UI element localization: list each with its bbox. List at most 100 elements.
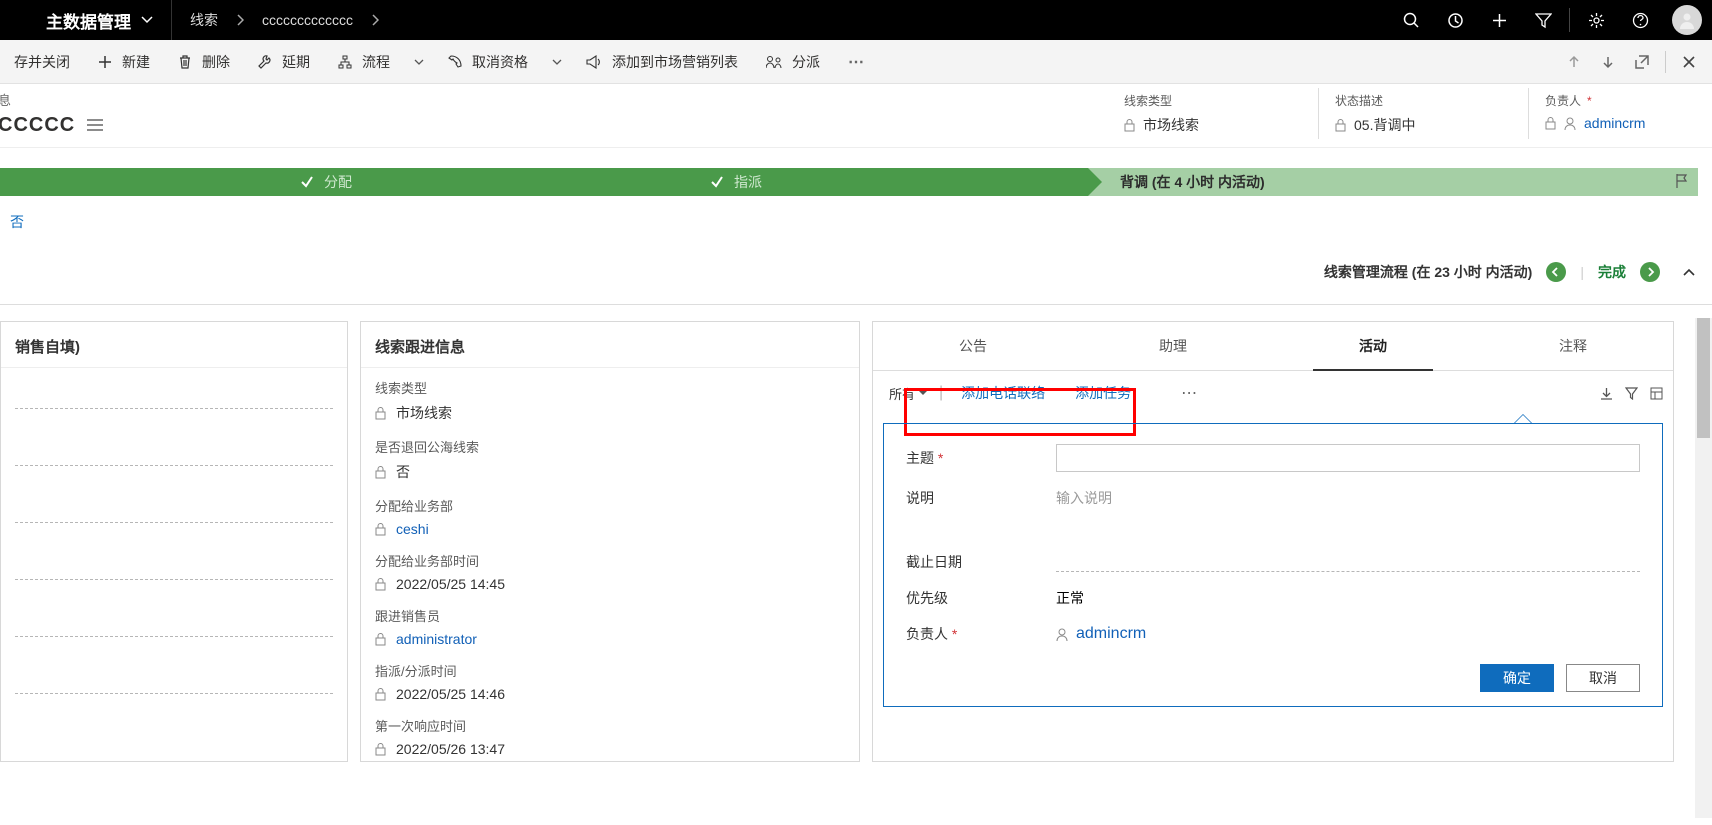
- bpf-stage-assign[interactable]: 指派: [678, 168, 1088, 196]
- field-lead-type: 线索类型 市场线索: [361, 368, 859, 427]
- add-icon[interactable]: [1477, 0, 1521, 40]
- command-bar-right: [1557, 44, 1706, 80]
- tab-posts[interactable]: 公告: [873, 322, 1073, 370]
- back-icon[interactable]: [1546, 262, 1566, 282]
- breadcrumb-item[interactable]: 线索: [172, 10, 236, 30]
- layout-icon[interactable]: [1650, 387, 1663, 400]
- download-icon[interactable]: [1600, 387, 1613, 400]
- scrollbar[interactable]: [1695, 318, 1712, 818]
- help-icon[interactable]: [1618, 0, 1662, 40]
- popout-icon[interactable]: [1625, 44, 1659, 80]
- separator: [1569, 8, 1570, 32]
- bpf-complete-button[interactable]: 完成: [1598, 262, 1626, 282]
- process-menu[interactable]: 流程: [324, 40, 434, 84]
- sales-fill-card: 销售自填): [0, 321, 348, 762]
- save-close-button[interactable]: 存并关闭: [0, 40, 84, 84]
- overflow-menu[interactable]: ⋯: [1173, 383, 1207, 403]
- add-task[interactable]: 添加任务: [1063, 379, 1143, 407]
- header-left: 主数据管理 线索 ccccccccccccc: [0, 0, 379, 40]
- chevron-right-icon: [236, 14, 244, 26]
- yesno-value[interactable]: 否: [10, 214, 24, 230]
- sales-fill-body: [1, 368, 347, 694]
- command-bar-left: 存并关闭 新建 删除 延期 流程 取消资格 添加到市场营销列表 分派 ⋯: [0, 40, 880, 84]
- subject-input[interactable]: [1056, 444, 1640, 472]
- kpi-row: 线索类型 市场线索 状态描述 05.背调中 负责人* admincrm: [1108, 88, 1698, 139]
- delete-button[interactable]: 删除: [164, 40, 244, 84]
- field-label: 第一次响应时间: [375, 716, 845, 735]
- owner-lookup[interactable]: admincrm: [1056, 625, 1146, 643]
- disqualify-menu[interactable]: 取消资格: [434, 40, 572, 84]
- kpi-lead-type: 线索类型 市场线索: [1108, 88, 1278, 139]
- command-bar: 存并关闭 新建 删除 延期 流程 取消资格 添加到市场营销列表 分派 ⋯: [0, 40, 1712, 84]
- field-value: 2022/05/25 14:45: [396, 576, 505, 592]
- recent-icon[interactable]: [1433, 0, 1477, 40]
- filter-icon[interactable]: [1521, 0, 1565, 40]
- tab-notes[interactable]: 注释: [1473, 322, 1673, 370]
- list-icon[interactable]: [87, 119, 103, 132]
- bpf-footer: 线索管理流程 (在 23 小时 内活动) | 完成: [0, 238, 1712, 286]
- kpi-value[interactable]: admincrm: [1584, 115, 1645, 131]
- gear-icon[interactable]: [1574, 0, 1618, 40]
- avatar[interactable]: [1672, 5, 1702, 35]
- timeline-tabs: 公告 助理 活动 注释: [873, 322, 1673, 371]
- phone-cancel-icon: [448, 55, 462, 69]
- bpf-stage-1[interactable]: [0, 168, 268, 196]
- all-filter[interactable]: 所有: [883, 380, 933, 407]
- empty-field[interactable]: [15, 579, 333, 580]
- lock-icon: [1335, 119, 1346, 132]
- nav-up-icon[interactable]: [1557, 44, 1591, 80]
- ok-button[interactable]: 确定: [1480, 664, 1554, 692]
- empty-field[interactable]: [15, 465, 333, 466]
- tab-assistant[interactable]: 助理: [1073, 322, 1273, 370]
- field-follow-sales: 跟进销售员 administrator: [361, 596, 859, 651]
- app-switcher[interactable]: 主数据管理: [0, 0, 172, 40]
- empty-field[interactable]: [15, 693, 333, 694]
- check-icon: [710, 175, 724, 189]
- add-phone-call[interactable]: 添加电话联络: [949, 379, 1057, 407]
- field-value: 市场线索: [396, 403, 452, 423]
- chevron-down-icon: [414, 57, 424, 67]
- field-label: 是否退回公海线索: [375, 437, 845, 456]
- field-return-pool: 是否退回公海线索 否: [361, 427, 859, 486]
- field-label: 跟进销售员: [375, 606, 845, 625]
- field-value[interactable]: ceshi: [396, 521, 429, 537]
- required-star: *: [1587, 94, 1592, 108]
- person-icon: [1056, 628, 1068, 641]
- label-subject: 主题: [906, 448, 1036, 468]
- field-dispatch-time: 指派/分派时间 2022/05/25 14:46: [361, 651, 859, 706]
- cancel-button[interactable]: 取消: [1566, 664, 1640, 692]
- add-marketing-button[interactable]: 添加到市场营销列表: [572, 40, 752, 84]
- empty-field[interactable]: [15, 408, 333, 409]
- bpf-stage-allocate[interactable]: 分配: [268, 168, 678, 196]
- new-button[interactable]: 新建: [84, 40, 164, 84]
- description-input[interactable]: 输入说明: [1056, 488, 1112, 508]
- lock-icon: [375, 688, 386, 701]
- chevron-up-icon[interactable]: [1682, 265, 1696, 279]
- tab-activities[interactable]: 活动: [1273, 322, 1473, 370]
- breadcrumb-item[interactable]: ccccccccccccc: [244, 12, 371, 28]
- kpi-label: 线索类型: [1124, 92, 1278, 109]
- bpf-stage-background-check[interactable]: 背调 (在 4 小时 内活动): [1088, 168, 1698, 196]
- overflow-menu[interactable]: ⋯: [834, 40, 880, 84]
- scrollbar-thumb[interactable]: [1697, 318, 1710, 438]
- lock-icon: [375, 407, 386, 420]
- label-owner: 负责人: [906, 624, 1036, 644]
- new-label: 新建: [122, 52, 150, 72]
- due-input[interactable]: [1056, 552, 1640, 572]
- add-marketing-label: 添加到市场营销列表: [612, 52, 738, 72]
- record-form-tab: 息: [0, 90, 11, 109]
- nav-down-icon[interactable]: [1591, 44, 1625, 80]
- postpone-button[interactable]: 延期: [244, 40, 324, 84]
- separator: |: [1580, 264, 1584, 280]
- search-icon[interactable]: [1389, 0, 1433, 40]
- empty-field[interactable]: [15, 522, 333, 523]
- close-icon[interactable]: [1672, 44, 1706, 80]
- assign-label: 分派: [792, 52, 820, 72]
- field-value: 2022/05/26 13:47: [396, 741, 505, 757]
- assign-button[interactable]: 分派: [752, 40, 834, 84]
- priority-value[interactable]: 正常: [1056, 588, 1084, 608]
- forward-icon[interactable]: [1640, 262, 1660, 282]
- filter-icon[interactable]: [1625, 387, 1638, 400]
- field-value[interactable]: administrator: [396, 631, 477, 647]
- empty-field[interactable]: [15, 636, 333, 637]
